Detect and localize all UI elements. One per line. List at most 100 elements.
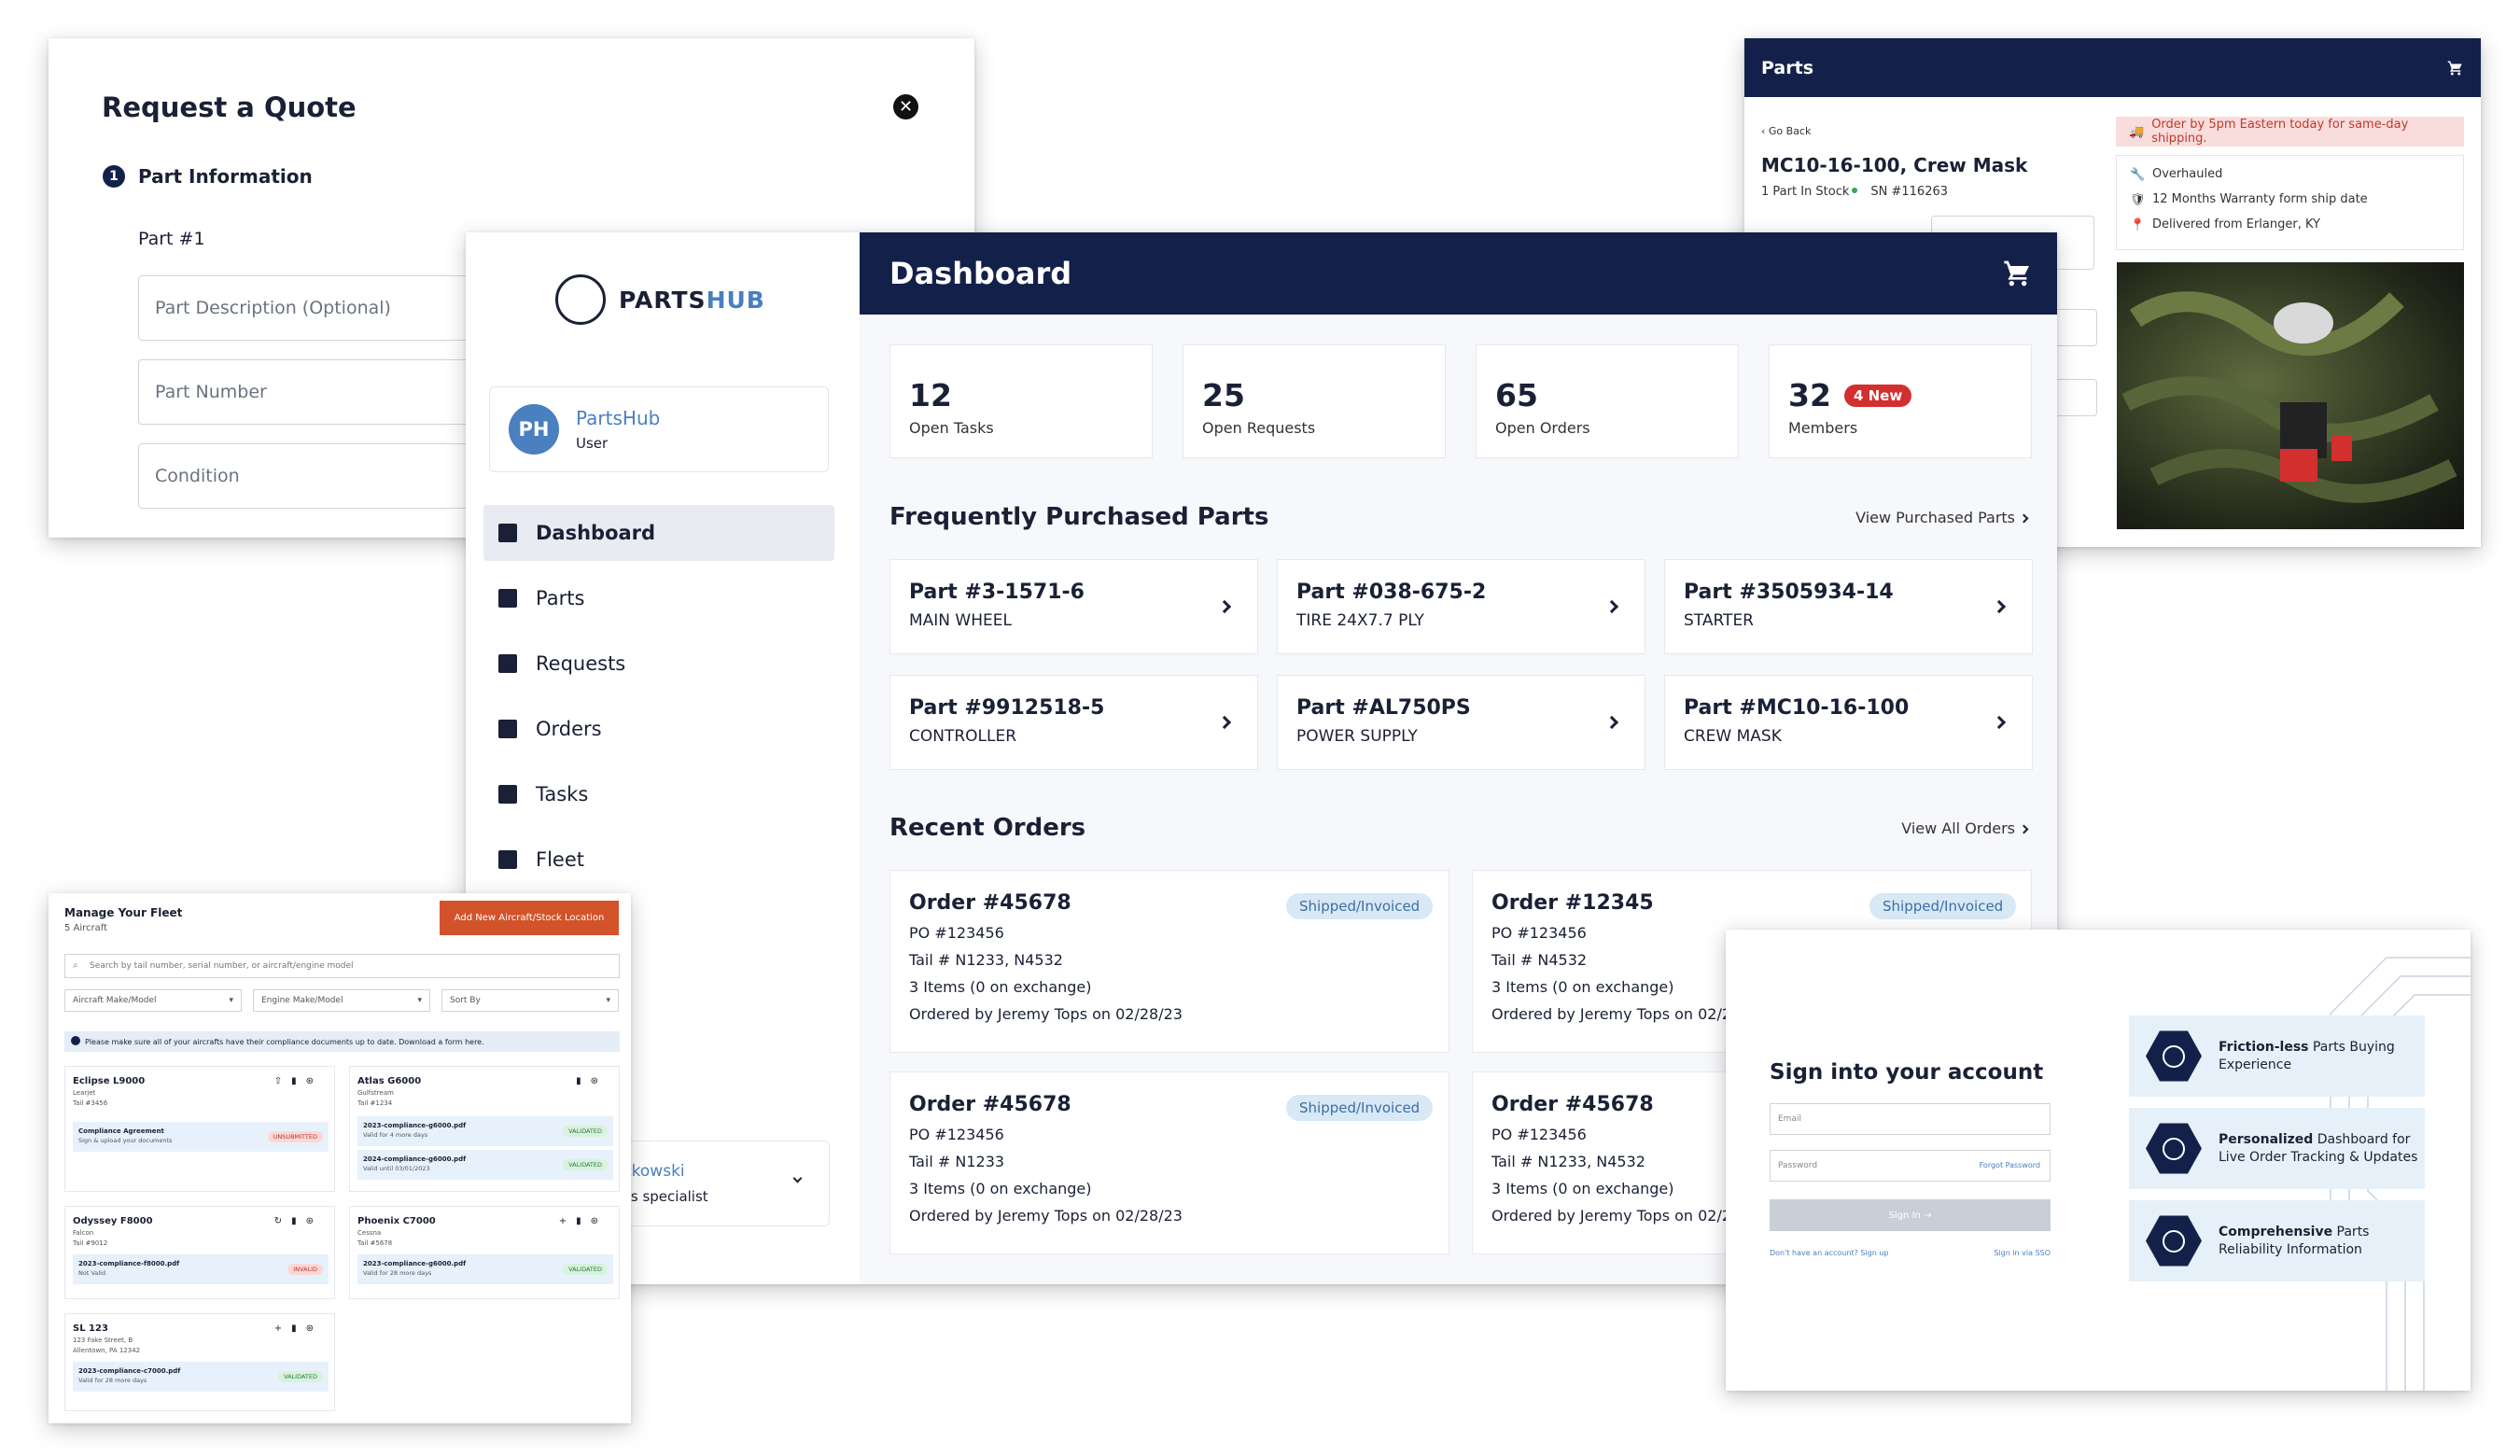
order-card[interactable]: Order #45678 Shipped/Invoiced PO #123456… [889, 870, 1449, 1053]
aircraft-card[interactable]: SL 123 123 Fake Street, B Allentown, PA … [64, 1313, 335, 1411]
frequent-part-card[interactable]: Part #3-1571-6 MAIN WHEEL [889, 559, 1258, 654]
go-back-link[interactable]: ‹ Go Back [1761, 125, 1811, 137]
sidebar-item-dashboard[interactable]: Dashboard [483, 505, 834, 561]
link-label: View All Orders [1901, 819, 2015, 837]
aircraft-actions[interactable]: ↻▮⊛ [274, 1216, 323, 1226]
aircraft-model-select[interactable]: Aircraft Make/Model ▾ [64, 989, 242, 1012]
frequent-parts-title: Frequently Purchased Parts [889, 503, 1269, 531]
status-badge: VALIDATED [563, 1264, 608, 1275]
parts-header-title: Parts [1761, 57, 1813, 78]
user-switcher[interactable]: tkowski ts specialist [624, 1141, 830, 1226]
cart-icon[interactable] [2447, 60, 2464, 77]
aircraft-card[interactable]: Odyssey F8000 Falcon Tail #9012 ↻▮⊛ 2023… [64, 1206, 335, 1299]
sidebar-item-orders[interactable]: Orders [483, 701, 834, 757]
stat-label: Open Orders [1495, 419, 1590, 437]
nav-label: Tasks [536, 783, 589, 805]
aircraft-actions[interactable]: ⇧▮⊛ [274, 1076, 323, 1086]
aircraft-make: Learjet [73, 1089, 96, 1097]
aircraft-actions[interactable]: +▮⊛ [274, 1323, 323, 1334]
aircraft-actions[interactable]: +▮⊛ [559, 1216, 608, 1226]
sidebar-item-requests[interactable]: Requests [483, 636, 834, 692]
signup-link[interactable]: Don't have an account? Sign up [1770, 1249, 1889, 1257]
stat-value: 65 [1495, 377, 1538, 413]
stat-value: 12 [909, 377, 952, 413]
feature-text: Comprehensive Parts Reliability Informat… [2219, 1224, 2425, 1257]
part-desc: MAIN WHEEL [909, 611, 1012, 630]
aircraft-card[interactable]: Eclipse L9000 Learjet Tail #3456 ⇧▮⊛ Com… [64, 1066, 335, 1192]
document-row[interactable]: 2023-compliance-f8000.pdf Not Valid INVALI… [73, 1254, 329, 1284]
document-row[interactable]: 2024-compliance-g6000.pdf Valid until 03/… [357, 1150, 613, 1180]
cart-icon[interactable] [2003, 259, 2033, 288]
partshub-logo[interactable]: PARTSHUB [555, 274, 765, 325]
sso-link[interactable]: Sign in via SSO [1994, 1249, 2051, 1257]
part-number: Part #3-1571-6 [909, 581, 1085, 604]
status-badge: VALIDATED [278, 1371, 323, 1382]
shield-icon: 🛡 [2130, 192, 2146, 207]
order-items: 3 Items (0 on exchange) [909, 1180, 1092, 1197]
order-by: Ordered by Jeremy Tops on 02/28/23 [909, 1207, 1183, 1225]
feature-warranty: 🛡 12 Months Warranty form ship date [2130, 192, 2450, 207]
sort-by-select[interactable]: Sort By ▾ [441, 989, 619, 1012]
forgot-password-link[interactable]: Forgot Password [1980, 1161, 2040, 1169]
part-desc: TIRE 24X7.7 PLY [1296, 611, 1424, 630]
sidebar-item-fleet[interactable]: Fleet [483, 832, 834, 888]
frequent-part-card[interactable]: Part #MC10-16-100 CREW MASK [1664, 675, 2033, 770]
view-purchased-parts-link[interactable]: View Purchased Parts [1855, 509, 2029, 526]
user-switcher-role: ts specialist [625, 1188, 708, 1205]
frequent-part-card[interactable]: Part #3505934-14 STARTER [1664, 559, 2033, 654]
aircraft-make: Cessna [357, 1229, 382, 1237]
select-label: Engine Make/Model [261, 996, 343, 1005]
signin-button[interactable]: Sign In → [1770, 1199, 2051, 1231]
reliability-icon [2146, 1215, 2202, 1267]
fleet-panel: Manage Your Fleet 5 Aircraft Add New Air… [49, 893, 631, 1423]
crew-mask-illustration [2121, 291, 2457, 503]
feature-location: 📍 Delivered from Erlanger, KY [2130, 217, 2450, 232]
info-text: Please make sure all of your aircrafts h… [85, 1037, 484, 1046]
step-number: 1 [103, 165, 125, 188]
feature-bold: Comprehensive [2219, 1225, 2333, 1240]
feature-card: Friction-less Parts Buying Experience [2129, 1015, 2425, 1097]
order-items: 3 Items (0 on exchange) [909, 978, 1092, 996]
feature-overhauled: 🔧 Overhauled [2130, 167, 2450, 182]
fleet-search-input[interactable]: ⌕ Search by tail number, serial number, … [64, 954, 620, 978]
tasks-icon [498, 785, 517, 804]
document-row[interactable]: 2023-compliance-c7000.pdf Valid for 28 mo… [73, 1362, 329, 1392]
part-stock: 1 Part In Stock SN #116263 [1761, 185, 1948, 199]
aircraft-card[interactable]: Phoenix C7000 Cessna Tail #5678 +▮⊛ 2023… [349, 1206, 620, 1299]
aircraft-tail: Tail #9012 [73, 1239, 108, 1247]
nav-label: Parts [536, 587, 585, 609]
quote-step: 1 Part Information [103, 165, 313, 188]
dashboard-icon [2146, 1123, 2202, 1174]
aircraft-make: Falcon [73, 1229, 94, 1237]
engine-model-select[interactable]: Engine Make/Model ▾ [253, 989, 430, 1012]
stat-value: 25 [1202, 377, 1245, 413]
view-all-orders-link[interactable]: View All Orders [1901, 819, 2029, 837]
aircraft-actions[interactable]: ▮⊛ [576, 1076, 608, 1086]
chevron-down-icon: ▾ [417, 996, 422, 1005]
aircraft-card[interactable]: Atlas G6000 Gulfstream Tail #1234 ▮⊛ 202… [349, 1066, 620, 1192]
user-card[interactable]: PH PartsHub User [489, 386, 829, 472]
aircraft-tail: Allentown, PA 12342 [73, 1347, 141, 1354]
add-aircraft-button[interactable]: Add New Aircraft/Stock Location [440, 901, 619, 935]
email-field[interactable]: Email [1770, 1103, 2051, 1135]
nav-label: Dashboard [536, 522, 656, 544]
order-card[interactable]: Order #45678 Shipped/Invoiced PO #123456… [889, 1071, 1449, 1254]
document-row[interactable]: Compliance Agreement Sign & upload your d… [73, 1122, 329, 1152]
part-number: Part #038-675-2 [1296, 581, 1487, 604]
status-badge: Shipped/Invoiced [1869, 893, 2017, 919]
stat-members[interactable]: 32 4 New Members [1769, 344, 2032, 458]
close-icon[interactable]: ✕ [893, 94, 918, 119]
stat-open-tasks[interactable]: 12 Open Tasks [889, 344, 1153, 458]
password-field[interactable]: Password Forgot Password [1770, 1150, 2051, 1182]
frequent-part-card[interactable]: Part #9912518-5 CONTROLLER [889, 675, 1258, 770]
stat-open-orders[interactable]: 65 Open Orders [1476, 344, 1739, 458]
frequent-part-card[interactable]: Part #038-675-2 TIRE 24X7.7 PLY [1277, 559, 1645, 654]
feature-card: Personalized Dashboard for Live Order Tr… [2129, 1108, 2425, 1189]
stat-open-requests[interactable]: 25 Open Requests [1183, 344, 1446, 458]
frequent-part-card[interactable]: Part #AL750PS POWER SUPPLY [1277, 675, 1645, 770]
sidebar-item-tasks[interactable]: Tasks [483, 766, 834, 822]
document-row[interactable]: 2023-compliance-g6000.pdf Valid for 28 mo… [357, 1254, 613, 1284]
sidebar-item-parts[interactable]: Parts [483, 570, 834, 626]
status-badge: VALIDATED [563, 1159, 608, 1170]
document-row[interactable]: 2023-compliance-g6000.pdf Valid for 4 mor… [357, 1116, 613, 1146]
